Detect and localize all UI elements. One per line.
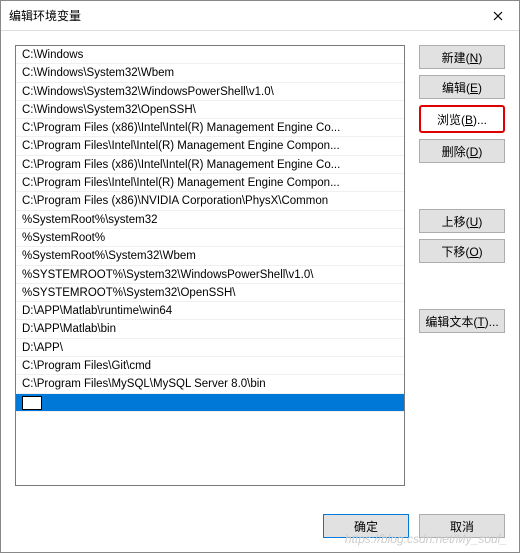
delete-button-label: 删除(D)	[442, 143, 483, 160]
watermark: https://blog.csdn.net/My_soul_	[345, 532, 507, 546]
list-item[interactable]: C:\Program Files\Git\cmd	[16, 357, 404, 375]
movedown-button[interactable]: 下移(O)	[419, 239, 505, 263]
edit-env-dialog: 编辑环境变量 C:\WindowsC:\Windows\System32\Wbe…	[0, 0, 520, 553]
list-item[interactable]: C:\Program Files (x86)\NVIDIA Corporatio…	[16, 192, 404, 210]
list-item[interactable]: C:\Program Files (x86)\Intel\Intel(R) Ma…	[16, 156, 404, 174]
moveup-button-label: 上移(U)	[442, 213, 483, 230]
list-item[interactable]: %SYSTEMROOT%\System32\WindowsPowerShell\…	[16, 266, 404, 284]
dialog-body: C:\WindowsC:\Windows\System32\WbemC:\Win…	[1, 31, 519, 552]
path-list-container: C:\WindowsC:\Windows\System32\WbemC:\Win…	[15, 45, 405, 486]
list-item[interactable]: C:\Windows\System32\Wbem	[16, 64, 404, 82]
list-item[interactable]: %SystemRoot%	[16, 229, 404, 247]
edit-button-label: 编辑(E)	[442, 79, 482, 96]
list-item[interactable]: C:\Windows\System32\OpenSSH\	[16, 101, 404, 119]
new-button-label: 新建(N)	[442, 49, 483, 66]
edittext-button[interactable]: 编辑文本(T)...	[419, 309, 505, 333]
list-item[interactable]: C:\Program Files\Intel\Intel(R) Manageme…	[16, 137, 404, 155]
moveup-button[interactable]: 上移(U)	[419, 209, 505, 233]
list-item[interactable]: D:\APP\Matlab\runtime\win64	[16, 302, 404, 320]
inline-edit-field[interactable]	[22, 396, 42, 410]
list-item-editing[interactable]	[16, 394, 404, 412]
close-icon	[493, 11, 503, 21]
list-item[interactable]: C:\Program Files\MySQL\MySQL Server 8.0\…	[16, 375, 404, 393]
side-buttons: 新建(N) 编辑(E) 浏览(B)... 删除(D) 上移(U) 下移(O)	[419, 45, 505, 486]
list-item[interactable]: %SYSTEMROOT%\System32\OpenSSH\	[16, 284, 404, 302]
browse-button[interactable]: 浏览(B)...	[419, 105, 505, 133]
list-item[interactable]: C:\Program Files (x86)\Intel\Intel(R) Ma…	[16, 119, 404, 137]
window-title: 编辑环境变量	[9, 7, 81, 24]
list-item[interactable]: C:\Windows\System32\WindowsPowerShell\v1…	[16, 83, 404, 101]
delete-button[interactable]: 删除(D)	[419, 139, 505, 163]
list-item[interactable]: D:\APP\	[16, 339, 404, 357]
list-item[interactable]: %SystemRoot%\system32	[16, 211, 404, 229]
path-list[interactable]: C:\WindowsC:\Windows\System32\WbemC:\Win…	[16, 46, 404, 485]
edittext-button-label: 编辑文本(T)...	[425, 313, 498, 330]
browse-button-label: 浏览(B)...	[437, 111, 487, 128]
list-item[interactable]: C:\Program Files\Intel\Intel(R) Manageme…	[16, 174, 404, 192]
list-item[interactable]: %SystemRoot%\System32\Wbem	[16, 247, 404, 265]
titlebar: 编辑环境变量	[1, 1, 519, 31]
list-item[interactable]: C:\Windows	[16, 46, 404, 64]
new-button[interactable]: 新建(N)	[419, 45, 505, 69]
edit-button[interactable]: 编辑(E)	[419, 75, 505, 99]
movedown-button-label: 下移(O)	[441, 243, 482, 260]
content-area: C:\WindowsC:\Windows\System32\WbemC:\Win…	[15, 45, 505, 486]
list-item[interactable]: D:\APP\Matlab\bin	[16, 320, 404, 338]
close-button[interactable]	[477, 1, 519, 31]
